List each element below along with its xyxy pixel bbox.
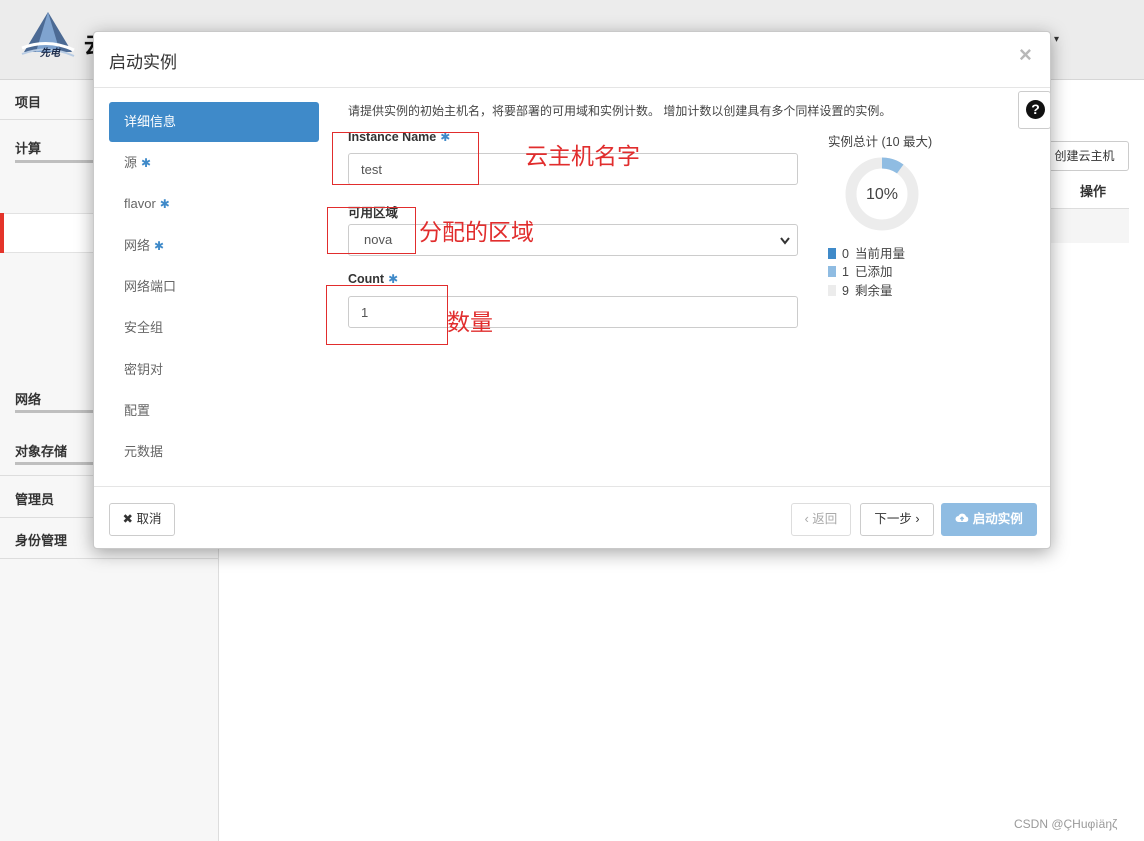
create-instance-button[interactable]: 创建云主机 (1040, 141, 1129, 171)
help-text: 请提供实例的初始主机名，将要部署的可用域和实例计数。 增加计数以创建具有多个同样… (348, 104, 892, 118)
close-icon: ✖ (122, 512, 133, 526)
legend-swatch (828, 285, 836, 296)
wizard-step-network-ports[interactable]: 网络端口 (109, 267, 319, 307)
user-menu-caret-icon[interactable]: ▾ (1054, 34, 1059, 45)
required-icon: ✱ (159, 197, 170, 211)
help-button[interactable]: ? (1018, 91, 1051, 129)
quota-title: 实例总计 (10 最大) (828, 135, 933, 149)
annotation-box-zone (327, 207, 416, 254)
annotation-count-note: 数量 (447, 309, 493, 335)
chevron-down-icon (780, 237, 790, 245)
annotation-box-count (326, 285, 448, 345)
donut-percent-label: 10% (866, 186, 898, 203)
question-icon: ? (1026, 100, 1045, 119)
legend-swatch (828, 266, 836, 277)
sidebar-underline (15, 462, 95, 465)
wizard-step-details[interactable]: 详细信息 (109, 102, 319, 142)
legend-remaining: 9 剩余量 (828, 282, 892, 300)
sidebar-underline (15, 160, 95, 163)
legend-current-usage: 0 当前用量 (828, 245, 905, 263)
wizard-step-security-groups[interactable]: 安全组 (109, 308, 319, 348)
logo-text: 先电 (40, 48, 60, 59)
dialog-header-divider (94, 87, 1050, 88)
wizard-step-metadata[interactable]: 元数据 (109, 432, 319, 472)
sidebar-underline (15, 410, 95, 413)
table-header-actions: 操作 (1080, 184, 1107, 199)
launch-instance-button[interactable]: 启动实例 (941, 503, 1037, 536)
wizard-step-key-pair[interactable]: 密钥对 (109, 350, 319, 390)
launch-instance-dialog: 启动实例 × 详细信息 源 ✱ flavor ✱ 网络 ✱ 网络端口 安全组 密钥对 … (93, 31, 1051, 549)
next-button[interactable]: 下一步 › (860, 503, 934, 536)
count-label: Count ✱ (348, 272, 399, 286)
dialog-title: 启动实例 (109, 53, 177, 72)
sidebar-divider (0, 558, 219, 559)
watermark: CSDN @ÇHuφìäŋζ (1014, 817, 1118, 831)
required-icon: ✱ (141, 156, 152, 170)
wizard-step-source[interactable]: 源 ✱ (109, 143, 319, 183)
back-button[interactable]: ‹ 返回 (791, 503, 851, 536)
legend-added: 1 已添加 (828, 263, 892, 281)
annotation-box-name (332, 132, 479, 185)
legend-swatch (828, 248, 836, 259)
wizard-step-networks[interactable]: 网络 ✱ (109, 226, 319, 266)
annotation-zone-note: 分配的区域 (419, 219, 534, 245)
cloud-upload-icon (955, 513, 969, 522)
wizard-step-configuration[interactable]: 配置 (109, 391, 319, 431)
quota-donut-chart: 10% (845, 157, 919, 231)
required-icon: ✱ (388, 272, 399, 286)
sidebar-active-indicator (0, 213, 4, 253)
wizard-step-flavor[interactable]: flavor ✱ (109, 184, 319, 224)
table-row (1045, 208, 1129, 243)
close-icon[interactable]: × (1019, 42, 1032, 68)
required-icon: ✱ (154, 239, 165, 253)
cancel-button[interactable]: ✖ 取消 (109, 503, 175, 536)
dialog-footer-divider (94, 486, 1050, 487)
annotation-name-note: 云主机名字 (525, 143, 640, 169)
